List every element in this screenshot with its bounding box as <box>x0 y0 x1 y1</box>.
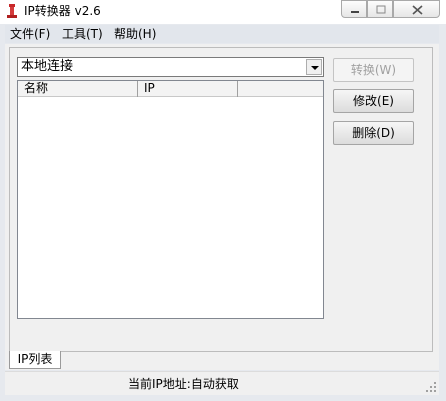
menu-help[interactable]: 帮助(H) <box>114 27 156 41</box>
close-icon <box>412 5 423 15</box>
minimize-icon <box>351 11 359 13</box>
menu-bar: 文件(F) 工具(T) 帮助(H) <box>5 25 439 43</box>
status-bar: 当前IP地址:自动获取 <box>5 371 439 395</box>
resize-grip-icon[interactable] <box>425 381 437 393</box>
status-text: 当前IP地址:自动获取 <box>128 377 239 391</box>
column-header-name[interactable]: 名称 <box>18 81 138 97</box>
close-button[interactable] <box>393 0 440 18</box>
ip-list-view[interactable]: 名称 IP <box>17 80 324 319</box>
menu-tools[interactable]: 工具(T) <box>62 27 103 41</box>
dropdown-arrow-icon[interactable] <box>306 59 322 75</box>
delete-button[interactable]: 删除(D) <box>333 121 414 145</box>
tab-ip-list[interactable]: IP列表 <box>9 351 61 369</box>
minimize-button[interactable] <box>341 0 367 18</box>
column-header-ip[interactable]: IP <box>138 81 238 97</box>
edit-button[interactable]: 修改(E) <box>333 89 414 113</box>
title-bar: IP转换器 v2.6 <box>0 0 446 24</box>
maximize-icon <box>376 5 386 14</box>
list-header: 名称 IP <box>18 81 323 97</box>
app-icon <box>7 4 17 18</box>
window-title: IP转换器 v2.6 <box>24 4 101 18</box>
menu-file[interactable]: 文件(F) <box>10 27 50 41</box>
convert-button[interactable]: 转换(W) <box>333 58 414 82</box>
connection-select[interactable]: 本地连接 <box>17 57 324 77</box>
maximize-button[interactable] <box>367 0 393 18</box>
connection-select-value: 本地连接 <box>21 59 74 74</box>
